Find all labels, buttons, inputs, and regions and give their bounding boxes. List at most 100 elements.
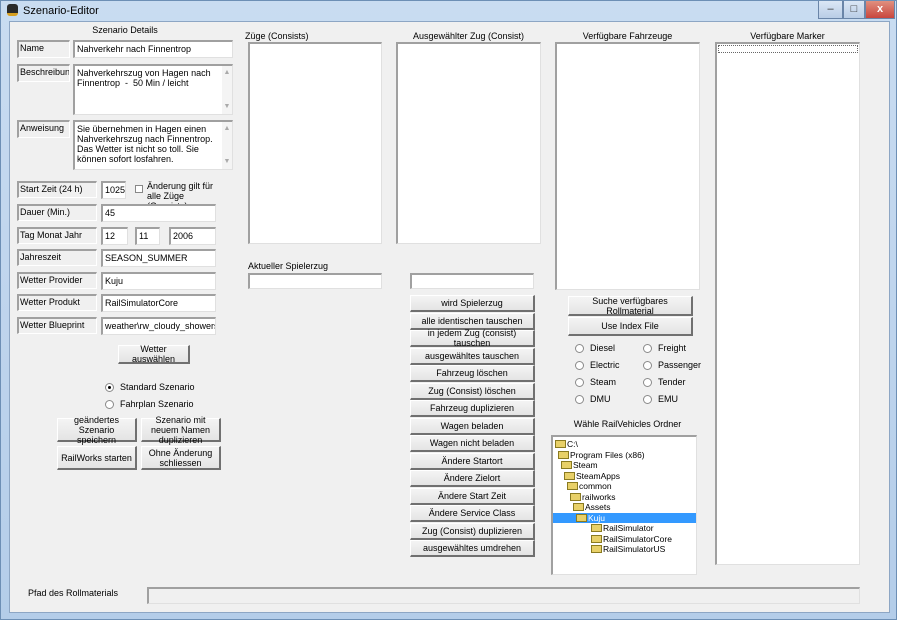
radio-label: Fahrplan Szenario <box>120 399 194 409</box>
radio-icon <box>105 382 114 392</box>
use-index-file-button[interactable]: Use Index File <box>568 317 693 336</box>
tree-item[interactable]: Assets <box>573 502 611 512</box>
radio-icon <box>105 399 114 409</box>
radio-label: Electric <box>590 360 620 370</box>
tree-item[interactable]: SteamApps <box>564 471 620 481</box>
consists-list[interactable] <box>248 42 382 244</box>
action-button[interactable]: Zug (Consist) löschen <box>410 382 535 400</box>
filter-radio-diesel[interactable]: Diesel <box>575 343 615 353</box>
jahr-field[interactable]: 2006 <box>169 227 216 245</box>
save-scenario-button[interactable]: geändertes Szenario speichern <box>57 415 137 445</box>
startzeit-field[interactable]: 1025 <box>101 181 126 199</box>
action-button[interactable]: in jedem Zug (consist) tauschen <box>410 328 535 348</box>
radio-label: Passenger <box>658 360 702 370</box>
tree-item[interactable]: Program Files (x86) <box>558 450 645 460</box>
radio-fahrplan-szenario[interactable]: Fahrplan Szenario <box>105 399 194 409</box>
tree-item[interactable]: Steam <box>561 460 598 470</box>
folder-icon <box>573 503 584 511</box>
radio-label: Steam <box>590 377 617 387</box>
tree-item[interactable]: RailSimulatorCore <box>591 534 672 544</box>
folder-icon <box>591 545 602 553</box>
folder-icon <box>576 513 587 522</box>
folder-icon <box>558 450 569 459</box>
scrollbar[interactable]: ▲ ▼ <box>222 122 232 169</box>
action-button[interactable]: Ändere Startort <box>410 452 535 470</box>
produkt-label: Wetter Produkt <box>17 294 97 311</box>
radio-icon <box>643 343 652 353</box>
beschreibung-text: Nahverkehrszug von Hagen nach Finnentrop… <box>77 68 214 88</box>
beschreibung-field[interactable]: Nahverkehrszug von Hagen nach Finnentrop… <box>73 64 233 115</box>
action-button[interactable]: ausgewähltes umdrehen <box>410 540 535 557</box>
action-button[interactable]: Zug (Consist) duplizieren <box>410 522 535 540</box>
filter-radio-passenger[interactable]: Passenger <box>643 360 701 370</box>
action-button[interactable]: alle identischen tauschen <box>410 312 535 330</box>
action-button[interactable]: Fahrzeug duplizieren <box>410 400 535 417</box>
action-button[interactable]: Ändere Start Zeit <box>410 487 535 505</box>
jahreszeit-field[interactable]: SEASON_SUMMER <box>101 249 216 267</box>
tree-item[interactable]: RailSimulatorUS <box>591 544 665 554</box>
tree-item[interactable]: C:\ <box>555 439 578 449</box>
anweisung-text: Sie übernehmen in Hagen einen Nahverkehr… <box>77 124 216 164</box>
tree-item-label: Kuju <box>588 512 606 523</box>
radio-label: EMU <box>658 394 678 404</box>
name-field[interactable]: Nahverkehr nach Finnentrop <box>73 40 233 58</box>
folder-icon <box>555 440 566 448</box>
tree-item[interactable]: Kuju <box>553 512 696 523</box>
filter-radio-electric[interactable]: Electric <box>575 360 620 370</box>
monat-field[interactable]: 11 <box>135 227 160 245</box>
tree-item-label: SteamApps <box>576 470 620 481</box>
name-label: Name <box>17 40 70 58</box>
dauer-field[interactable]: 45 <box>101 204 216 222</box>
tree-item-label: Program Files (x86) <box>570 449 645 460</box>
tree-item-label: RailSimulatorUS <box>603 544 666 554</box>
filter-radio-freight[interactable]: Freight <box>643 343 686 353</box>
action-button[interactable]: Wagen beladen <box>410 417 535 435</box>
action-button[interactable]: Wagen nicht beladen <box>410 435 535 452</box>
details-heading: Szenario Details <box>92 25 158 35</box>
selected-vehicle-field[interactable] <box>410 273 534 289</box>
action-button[interactable]: Fahrzeug löschen <box>410 365 535 382</box>
action-button[interactable]: Ändere Service Class <box>410 505 535 522</box>
folder-label: Wähle RailVehicles Ordner <box>573 419 682 429</box>
tree-item[interactable]: railworks <box>570 492 616 502</box>
start-railworks-button[interactable]: RailWorks starten <box>57 446 137 470</box>
search-rolling-stock-button[interactable]: Suche verfügbares Rollmaterial <box>568 296 693 316</box>
tree-item-label: RailSimulatorCore <box>603 533 672 544</box>
tree-item[interactable]: common <box>567 481 612 491</box>
folder-icon <box>564 471 575 480</box>
folder-tree[interactable]: C:\ Program Files (x86) Steam SteamApps comm… <box>551 435 697 575</box>
folder-icon <box>570 492 581 501</box>
tree-item[interactable]: RailSimulator <box>591 523 654 533</box>
radio-icon <box>575 360 584 370</box>
action-button[interactable]: Ändere Zielort <box>410 470 535 487</box>
action-button[interactable]: wird Spielerzug <box>410 295 535 312</box>
beschreibung-label: Beschreibung <box>17 64 70 82</box>
close-without-saving-button[interactable]: Ohne Änderung schliessen <box>141 446 221 470</box>
duplicate-scenario-button[interactable]: Szenario mit neuem Namen duplizieren <box>141 415 221 445</box>
consists-label: Züge (Consists) <box>245 31 309 41</box>
anweisung-field[interactable]: Sie übernehmen in Hagen einen Nahverkehr… <box>73 120 233 170</box>
produkt-field[interactable]: RailSimulatorCore <box>101 294 216 312</box>
vehicles-label: Verfügbare Fahrzeuge <box>582 31 673 41</box>
player-train-field[interactable] <box>248 273 382 289</box>
tag-field[interactable]: 12 <box>101 227 128 245</box>
radio-icon <box>575 394 584 404</box>
radio-icon <box>575 377 584 387</box>
filter-radio-dmu[interactable]: DMU <box>575 394 611 404</box>
provider-field[interactable]: Kuju <box>101 272 216 290</box>
markers-list[interactable] <box>715 42 860 565</box>
radio-icon <box>575 343 584 353</box>
vehicles-list[interactable] <box>555 42 700 290</box>
all-consists-checkbox[interactable] <box>135 185 143 193</box>
radio-standard-szenario[interactable]: Standard Szenario <box>105 382 195 392</box>
radio-icon <box>643 360 652 370</box>
blueprint-field[interactable]: weather\rw_cloudy_showers.xml <box>101 317 216 335</box>
filter-radio-steam[interactable]: Steam <box>575 377 616 387</box>
action-button[interactable]: ausgewähltes tauschen <box>410 347 535 365</box>
scrollbar[interactable]: ▲ ▼ <box>222 66 232 114</box>
dauer-label: Dauer (Min.) <box>17 204 97 221</box>
filter-radio-tender[interactable]: Tender <box>643 377 686 387</box>
selected-consist-list[interactable] <box>396 42 541 244</box>
filter-radio-emu[interactable]: EMU <box>643 394 678 404</box>
wetter-auswaehlen-button[interactable]: Wetter auswählen <box>118 344 190 364</box>
